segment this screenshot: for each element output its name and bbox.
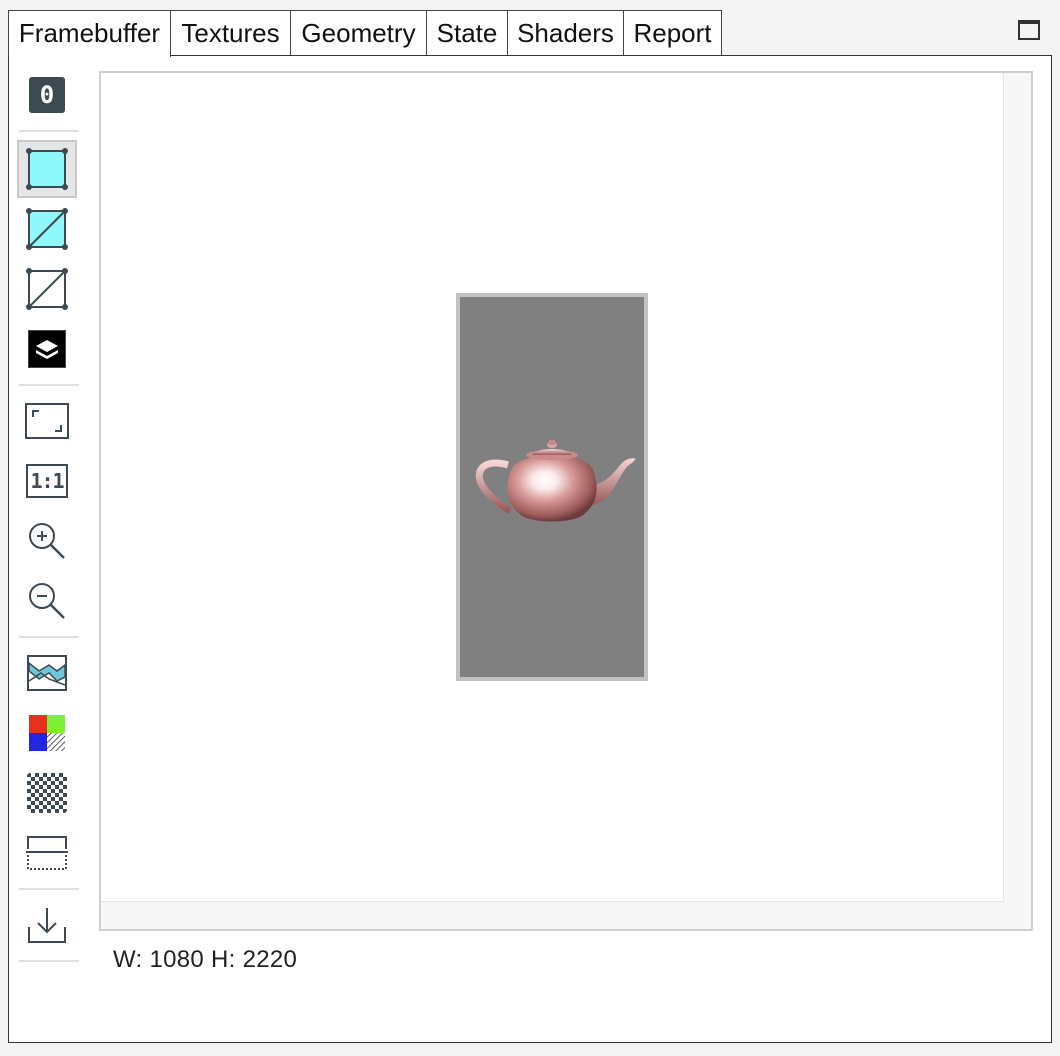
draw-mode-solid-icon bbox=[26, 148, 68, 190]
framebuffer-viewport[interactable] bbox=[99, 71, 1033, 931]
fit-to-screen-icon bbox=[25, 403, 69, 439]
framebuffer-dimensions: W: 1080 H: 2220 bbox=[113, 946, 298, 973]
attachment-label: 0 bbox=[39, 81, 55, 109]
draw-solid-button[interactable] bbox=[17, 140, 77, 198]
tab-report[interactable]: Report bbox=[623, 10, 722, 55]
flip-vertical-icon bbox=[26, 836, 68, 870]
transparency-button[interactable] bbox=[17, 764, 77, 822]
zoom-out-button[interactable] bbox=[17, 572, 77, 630]
teapot-render bbox=[475, 440, 636, 522]
draw-mode-wireframe-icon bbox=[26, 268, 68, 310]
maximize-icon[interactable] bbox=[1018, 20, 1040, 40]
tab-framebuffer[interactable]: Framebuffer bbox=[8, 10, 171, 57]
transparency-checkerboard-icon bbox=[27, 773, 67, 813]
draw-overdraw-button[interactable] bbox=[17, 320, 77, 378]
fit-to-screen-button[interactable] bbox=[17, 392, 77, 450]
tab-geometry[interactable]: Geometry bbox=[290, 10, 427, 55]
framebuffer-image[interactable] bbox=[456, 293, 648, 681]
histogram-button[interactable] bbox=[17, 644, 77, 702]
original-size-icon: 1:1 bbox=[26, 464, 68, 498]
tab-textures[interactable]: Textures bbox=[170, 10, 291, 55]
original-size-button[interactable]: 1:1 bbox=[17, 452, 77, 510]
draw-mode-overdraw-icon bbox=[28, 330, 66, 368]
draw-mode-solid-wire-icon bbox=[26, 208, 68, 250]
tab-bar: Framebuffer Textures Geometry State Shad… bbox=[8, 10, 1052, 57]
draw-solid-wire-button[interactable] bbox=[17, 200, 77, 258]
color-channels-icon bbox=[29, 715, 65, 751]
zoom-in-icon bbox=[29, 523, 65, 559]
framebuffer-panel: 0 1:1 W: 1080 H: 2220 bbox=[8, 55, 1052, 1043]
histogram-icon bbox=[27, 655, 67, 691]
flip-vertical-button[interactable] bbox=[17, 824, 77, 882]
attachment-icon: 0 bbox=[29, 77, 65, 113]
tab-state[interactable]: State bbox=[426, 10, 508, 55]
tab-shaders[interactable]: Shaders bbox=[507, 10, 624, 55]
download-icon bbox=[28, 908, 66, 943]
attachment-button[interactable]: 0 bbox=[17, 66, 77, 124]
save-image-button[interactable] bbox=[17, 896, 77, 954]
viewport-canvas bbox=[101, 73, 1004, 902]
zoom-out-icon bbox=[29, 583, 65, 619]
draw-wireframe-button[interactable] bbox=[17, 260, 77, 318]
color-channels-button[interactable] bbox=[17, 704, 77, 762]
zoom-in-button[interactable] bbox=[17, 512, 77, 570]
original-size-label: 1:1 bbox=[30, 469, 64, 493]
